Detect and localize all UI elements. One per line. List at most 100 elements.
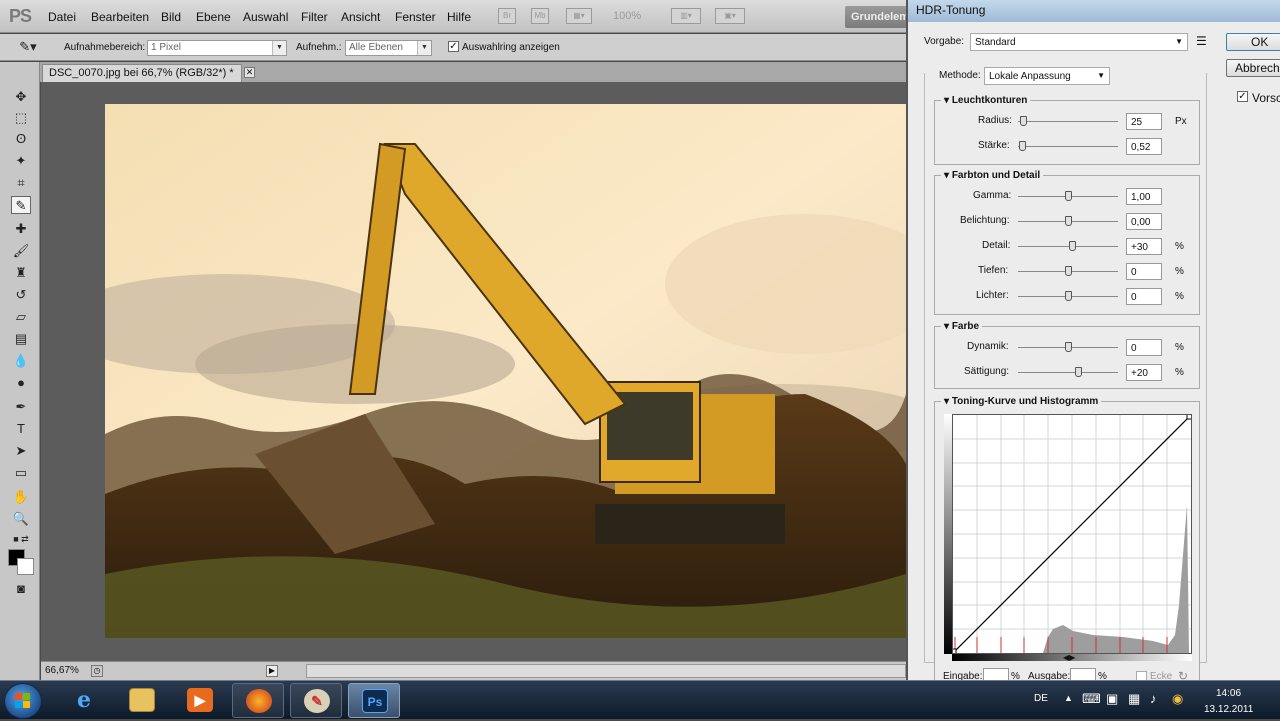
gamma-input[interactable]: 1,00 <box>1126 188 1162 205</box>
strength-slider[interactable] <box>1018 146 1118 147</box>
folder-icon <box>129 688 155 712</box>
highlight-input[interactable]: 0 <box>1126 288 1162 305</box>
status-menu-arrow-icon[interactable]: ▶ <box>266 665 278 677</box>
dialog-titlebar[interactable]: HDR-Tonung <box>908 0 1280 22</box>
menu-bearbeiten[interactable]: Bearbeiten <box>91 10 149 24</box>
close-icon[interactable]: ✕ <box>244 67 255 78</box>
saturation-slider-thumb[interactable] <box>1075 367 1082 377</box>
document-tab[interactable]: DSC_0070.jpg bei 66,7% (RGB/32*) * ✕ <box>42 64 255 82</box>
taskbar-photoshop[interactable]: Ps <box>348 683 400 718</box>
document-tab-strip: DSC_0070.jpg bei 66,7% (RGB/32*) * ✕ <box>40 62 906 82</box>
type-tool-icon[interactable]: T <box>11 420 31 438</box>
menu-filter[interactable]: Filter <box>301 10 328 24</box>
preset-options-icon[interactable]: ☰ <box>1196 34 1207 48</box>
radius-slider-thumb[interactable] <box>1020 116 1027 126</box>
exposure-slider-thumb[interactable] <box>1065 216 1072 226</box>
path-selection-icon[interactable]: ➤ <box>11 442 31 460</box>
strength-input[interactable]: 0,52 <box>1126 138 1162 155</box>
sample-size-label: Aufnahmebereich: <box>64 42 146 53</box>
eyedropper-tool-icon[interactable]: ✎ <box>11 196 31 214</box>
bridge-icon[interactable]: Br <box>498 8 516 24</box>
brush-tool-icon[interactable]: 🖌 <box>11 242 31 260</box>
crop-tool-icon[interactable]: ⌗ <box>11 174 31 192</box>
eraser-tool-icon[interactable]: ▱ <box>11 308 31 326</box>
blur-tool-icon[interactable]: 💧 <box>11 352 31 370</box>
detail-slider-thumb[interactable] <box>1069 241 1076 251</box>
ok-button[interactable]: OK <box>1226 33 1280 51</box>
vibrance-slider-thumb[interactable] <box>1065 342 1072 352</box>
taskbar-media-player[interactable]: ▶ <box>174 683 226 718</box>
clone-stamp-icon[interactable]: ♜ <box>11 264 31 282</box>
screen-mode-icon[interactable]: ▣▾ <box>715 8 745 24</box>
shadow-slider-thumb[interactable] <box>1065 266 1072 276</box>
menu-bild[interactable]: Bild <box>161 10 181 24</box>
sample-select[interactable]: Alle Ebenen ▼ <box>345 40 432 56</box>
start-button[interactable] <box>4 683 42 719</box>
toning-curve-graph[interactable] <box>950 413 1193 655</box>
hand-tool-icon[interactable]: ✋ <box>11 488 31 506</box>
network-icon[interactable]: ▦ <box>1128 691 1140 707</box>
volume-icon[interactable]: ♪ <box>1150 691 1157 706</box>
shape-tool-icon[interactable]: ▭ <box>11 464 31 482</box>
tray-expand-icon[interactable]: ▲ <box>1064 693 1073 703</box>
quick-mask-icon[interactable]: ◙ <box>11 580 31 598</box>
safely-remove-icon[interactable]: ⌨ <box>1082 691 1101 707</box>
taskbar-internet-explorer[interactable]: e <box>58 683 110 718</box>
language-indicator[interactable]: DE <box>1034 693 1048 704</box>
detail-slider[interactable] <box>1018 246 1118 247</box>
marquee-tool-icon[interactable]: ⬚ <box>11 109 31 127</box>
gradient-tool-icon[interactable]: ▤ <box>11 330 31 348</box>
arrange-documents-icon[interactable]: ▥▾ <box>671 8 701 24</box>
security-icon[interactable]: ◉ <box>1172 691 1183 707</box>
monitor-icon[interactable]: ▣ <box>1106 691 1118 707</box>
menu-ansicht[interactable]: Ansicht <box>341 10 380 24</box>
clock-date[interactable]: 13.12.2011 <box>1204 704 1253 715</box>
taskbar-paint[interactable]: ✎ <box>290 683 342 718</box>
menu-hilfe[interactable]: Hilfe <box>447 10 471 24</box>
exposure-input[interactable]: 0,00 <box>1126 213 1162 230</box>
histogram-range-icon[interactable]: ◀▶ <box>1063 653 1075 662</box>
workspace-button[interactable]: Grundelem <box>845 6 909 28</box>
strength-slider-thumb[interactable] <box>1019 141 1026 151</box>
eyedropper-tool-preset-icon[interactable]: ✎▾ <box>18 38 38 56</box>
move-tool-icon[interactable]: ✥ <box>11 88 31 106</box>
view-extras-icon[interactable]: ▦▾ <box>566 8 592 24</box>
saturation-slider[interactable] <box>1018 372 1118 373</box>
minibridge-icon[interactable]: Mb <box>531 8 549 24</box>
radius-input[interactable]: 25 <box>1126 113 1162 130</box>
vibrance-input[interactable]: 0 <box>1126 339 1162 356</box>
lasso-tool-icon[interactable]: ʘ <box>11 130 31 148</box>
history-brush-icon[interactable]: ↺ <box>11 286 31 304</box>
preset-dropdown[interactable]: Standard ▼ <box>970 33 1188 51</box>
taskbar-firefox[interactable] <box>232 683 284 718</box>
status-info-icon[interactable]: ◷ <box>91 665 103 677</box>
dodge-tool-icon[interactable]: ● <box>11 374 31 392</box>
zoom-tool-icon[interactable]: 🔍 <box>11 510 31 528</box>
sample-size-select[interactable]: 1 Pixel ▼ <box>147 40 287 56</box>
default-colors-icon[interactable]: ■ ⇄ <box>11 530 31 548</box>
clock-time[interactable]: 14:06 <box>1216 688 1241 699</box>
healing-brush-icon[interactable]: ✚ <box>11 220 31 238</box>
detail-input[interactable]: +30 <box>1126 238 1162 255</box>
photo-canvas[interactable] <box>105 104 906 638</box>
menu-auswahl[interactable]: Auswahl <box>243 10 288 24</box>
horizontal-scrollbar[interactable] <box>306 664 906 678</box>
taskbar-explorer[interactable] <box>116 683 168 718</box>
internet-explorer-icon: e <box>77 687 91 713</box>
zoom-level-menu[interactable]: 100% <box>613 10 641 22</box>
background-color-swatch[interactable] <box>17 558 34 575</box>
highlight-slider-thumb[interactable] <box>1065 291 1072 301</box>
gamma-slider-thumb[interactable] <box>1065 191 1072 201</box>
menu-ebene[interactable]: Ebene <box>196 10 231 24</box>
cancel-button[interactable]: Abbrech <box>1226 59 1280 77</box>
shadow-input[interactable]: 0 <box>1126 263 1162 280</box>
menu-datei[interactable]: Datei <box>48 10 76 24</box>
preview-checkbox[interactable]: ✓ <box>1237 91 1248 102</box>
menu-fenster[interactable]: Fenster <box>395 10 436 24</box>
radius-slider[interactable] <box>1018 121 1118 122</box>
saturation-input[interactable]: +20 <box>1126 364 1162 381</box>
quick-selection-tool-icon[interactable]: ✦ <box>11 152 31 170</box>
pen-tool-icon[interactable]: ✒ <box>11 398 31 416</box>
status-zoom[interactable]: 66,67% <box>45 665 79 676</box>
show-ring-checkbox[interactable]: ✓ <box>448 41 459 52</box>
